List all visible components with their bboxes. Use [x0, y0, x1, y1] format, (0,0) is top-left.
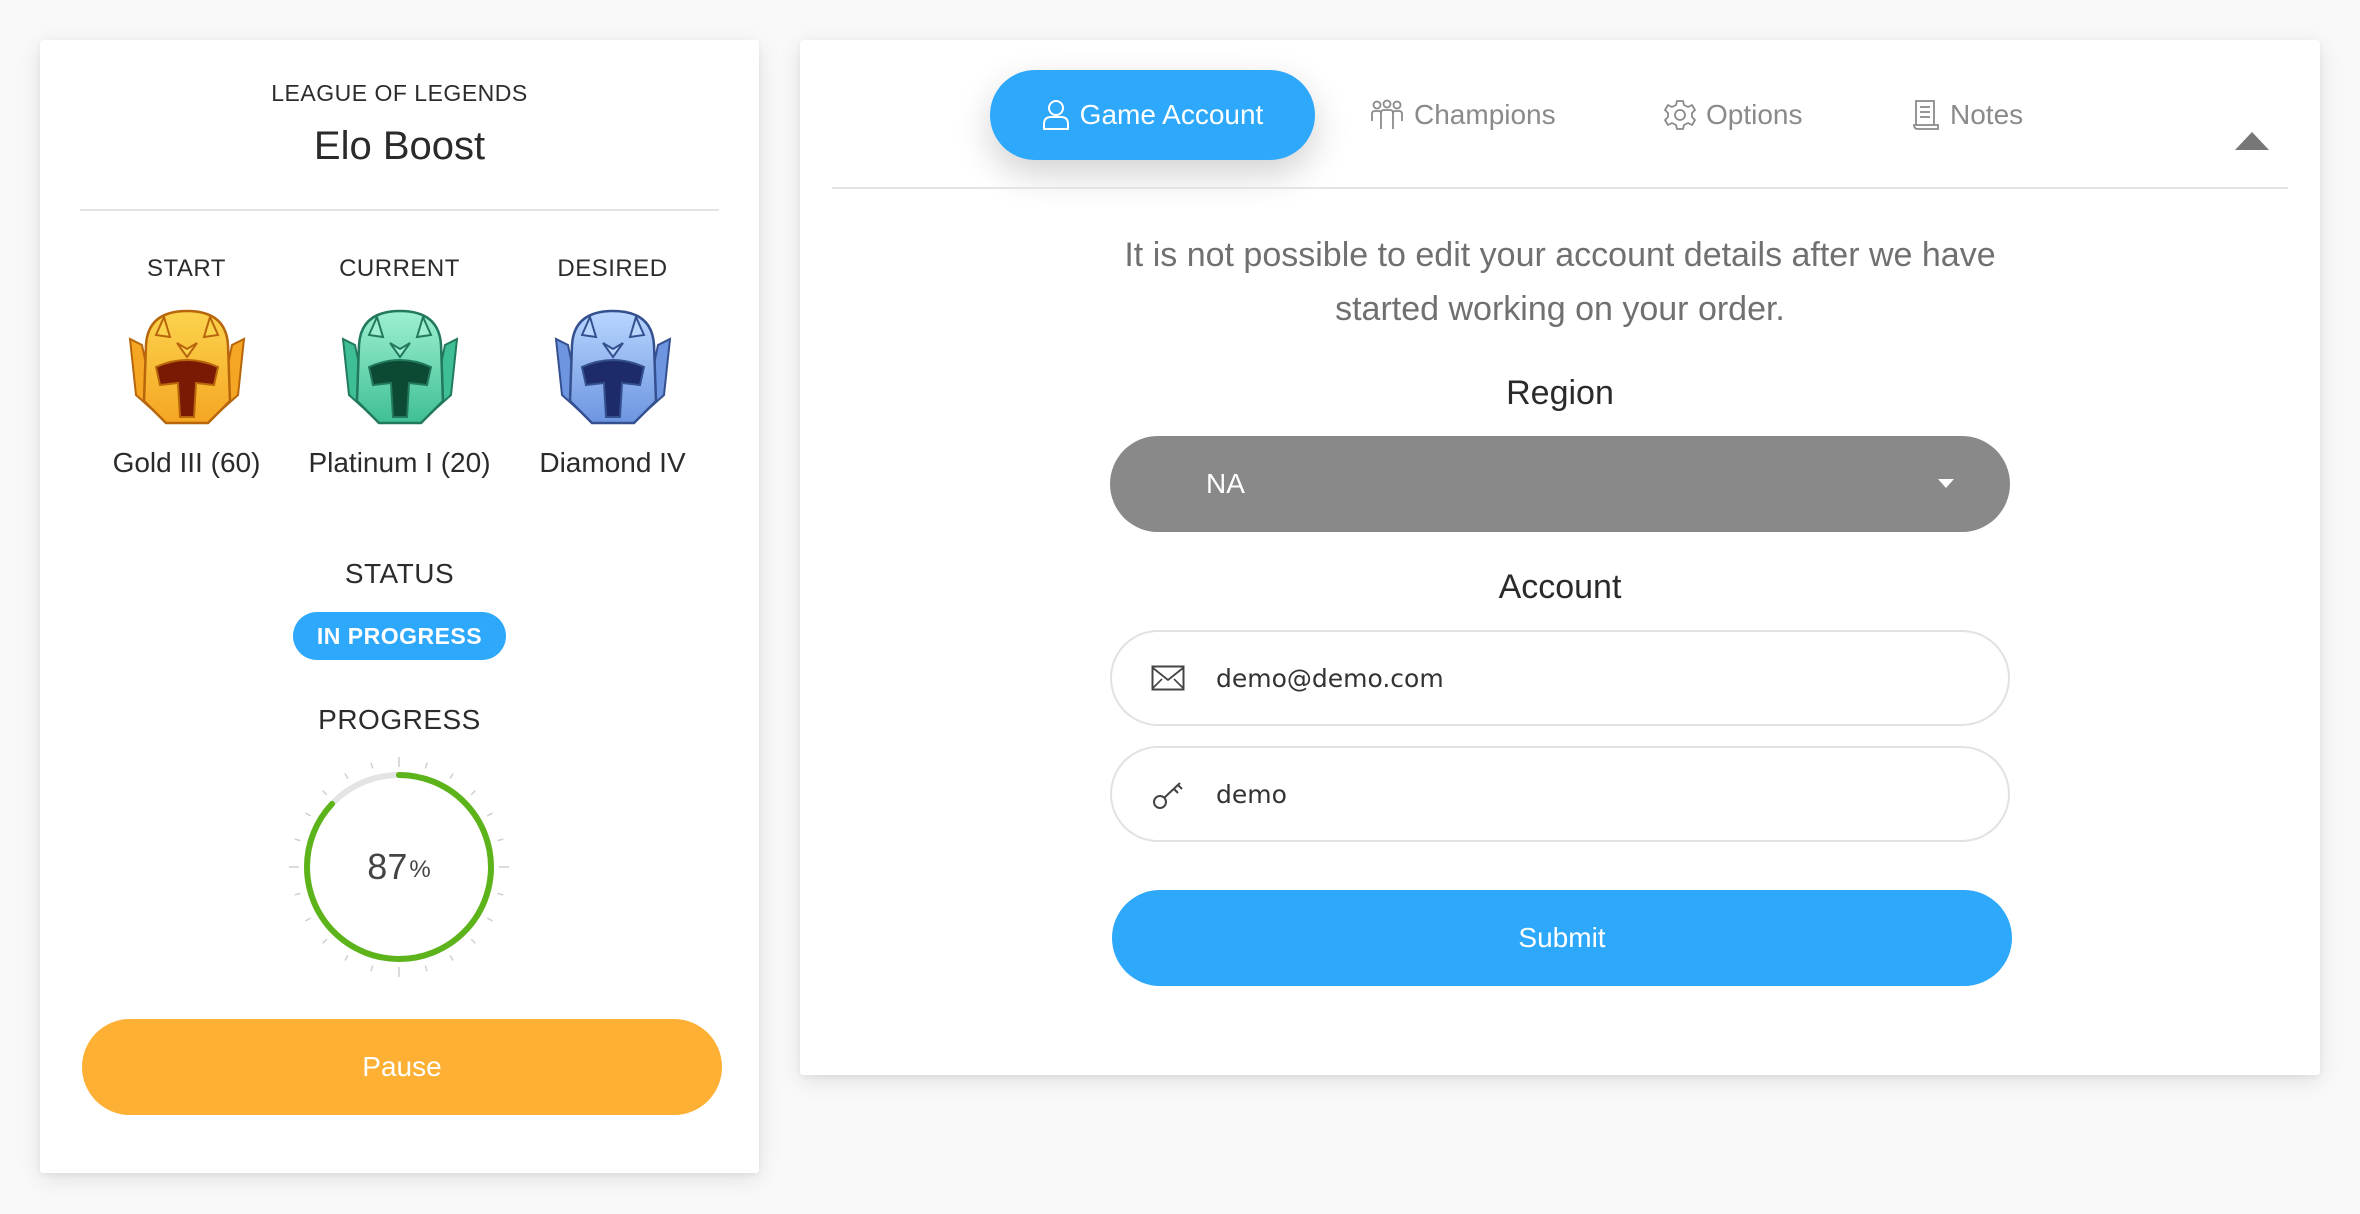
divider	[832, 187, 2288, 189]
order-summary-panel: LEAGUE OF LEGENDS Elo Boost START Gold I…	[40, 40, 759, 1173]
status-label: STATUS	[344, 558, 455, 589]
progress-unit: %	[409, 856, 431, 883]
region-label: Region	[1506, 374, 1614, 412]
status-badge: IN PROGRESS	[292, 612, 507, 660]
email-input[interactable]	[1216, 663, 1976, 693]
rank-current: CURRENT Platinum I (20)	[293, 255, 506, 479]
progress-value: 87	[367, 846, 408, 887]
tab-notes[interactable]: Notes	[1912, 70, 2023, 160]
tab-label: Game Account	[1079, 99, 1264, 130]
tab-options[interactable]: Options	[1664, 70, 1803, 160]
gold-rank-emblem-icon	[128, 309, 245, 425]
rank-label: START	[147, 255, 226, 282]
gear-icon	[1664, 100, 1696, 130]
rank-start: START Gold III (60)	[80, 255, 293, 479]
rank-overview: START Gold III (60) CURRENT Platinum I (…	[80, 255, 719, 479]
rank-desired: DESIRED Diamond IV	[506, 255, 719, 479]
tab-bar: Game Account Champions Options Notes	[800, 70, 2320, 160]
rank-name: Gold III (60)	[112, 447, 261, 478]
rank-label: CURRENT	[339, 255, 460, 282]
service-title: Elo Boost	[313, 124, 486, 168]
password-field	[1110, 746, 2010, 842]
divider	[80, 209, 719, 211]
password-input[interactable]	[1216, 779, 1976, 809]
progress-label: PROGRESS	[318, 704, 481, 735]
tab-game-account[interactable]: Game Account	[990, 70, 1315, 160]
collapse-triangle-icon[interactable]	[2234, 130, 2270, 154]
user-icon	[1042, 100, 1069, 130]
envelope-icon	[1151, 665, 1185, 691]
submit-button[interactable]: Submit	[1112, 890, 2012, 986]
notes-icon	[1913, 100, 1939, 130]
rank-name: Diamond IV	[539, 447, 686, 478]
email-field	[1110, 630, 2010, 726]
platinum-rank-emblem-icon	[341, 309, 458, 425]
game-name: LEAGUE OF LEGENDS	[271, 80, 528, 106]
caret-down-icon	[1938, 479, 1954, 488]
rank-label: DESIRED	[557, 255, 668, 282]
progress-gauge: 87 %	[287, 755, 511, 979]
key-icon	[1153, 782, 1183, 809]
group-icon	[1371, 99, 1403, 129]
diamond-rank-emblem-icon	[554, 309, 671, 425]
edit-notice: It is not possible to edit your account …	[1124, 236, 1996, 328]
pause-button[interactable]: Pause	[82, 1019, 722, 1115]
tab-champions[interactable]: Champions	[1370, 70, 1556, 160]
region-value: NA	[1206, 468, 1245, 499]
region-select[interactable]: NA	[1110, 436, 2010, 532]
tab-label: Notes	[1950, 99, 2024, 130]
tab-label: Champions	[1414, 99, 1556, 130]
rank-name: Platinum I (20)	[308, 447, 491, 478]
tab-label: Options	[1706, 99, 1803, 130]
account-label: Account	[1498, 568, 1622, 606]
account-details-panel: Game Account Champions Options Notes It …	[800, 40, 2320, 1075]
